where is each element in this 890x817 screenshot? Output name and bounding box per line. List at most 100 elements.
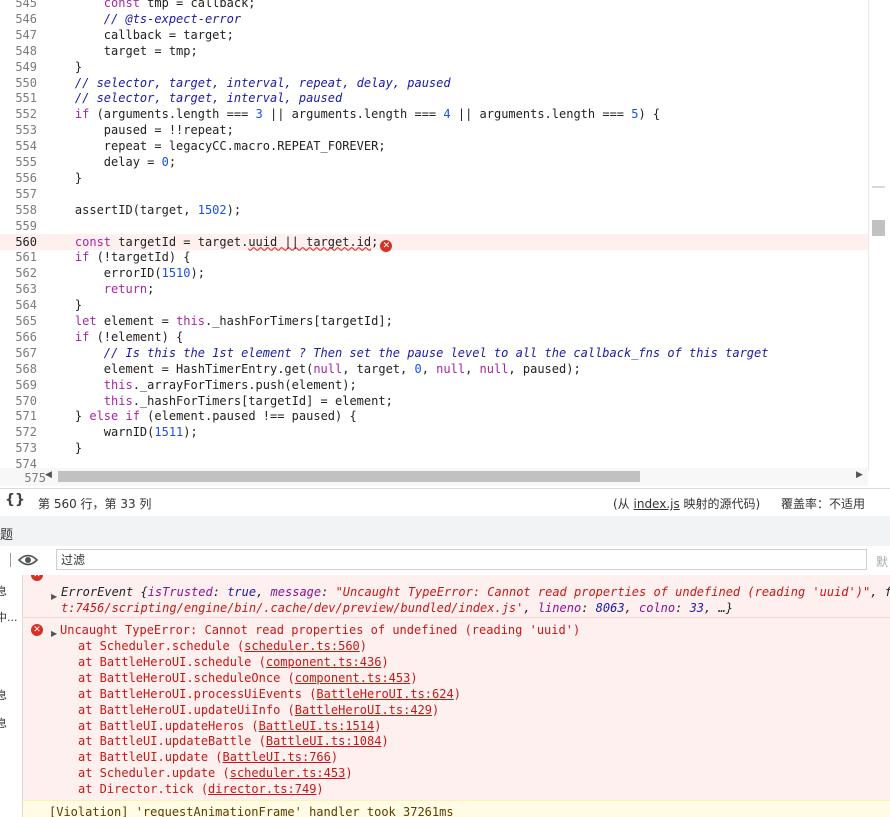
expand-triangle-icon[interactable]: ▶ <box>51 589 57 605</box>
sidebar-item-messages[interactable]: 息 <box>0 583 7 599</box>
code-line[interactable]: 545 const tmp = callback; <box>0 0 868 11</box>
line-number[interactable]: 545 <box>0 0 37 11</box>
code-line[interactable]: 561 if (!targetId) { <box>0 249 868 265</box>
source-file-link[interactable]: index.js <box>634 497 680 511</box>
code-line[interactable]: 564 } <box>0 297 868 313</box>
scroll-right-icon[interactable]: ▶ <box>856 470 863 480</box>
code-line[interactable]: 549 } <box>0 59 868 75</box>
stack-frame-link[interactable]: BattleHeroUI.ts:624 <box>316 687 453 701</box>
sidebar-toggle-button[interactable] <box>0 553 11 567</box>
code-line[interactable]: 566 if (!element) { <box>0 329 868 345</box>
line-number[interactable]: 552 <box>0 106 37 122</box>
line-number[interactable]: 567 <box>0 345 37 361</box>
log-levels-dropdown[interactable]: 默 <box>876 553 888 570</box>
line-number[interactable]: 547 <box>0 27 37 43</box>
error-event-message[interactable]: ✕ ▶ ErrorEvent {isTrusted: true, message… <box>23 575 890 618</box>
stack-frame-link[interactable]: BattleHeroUI.ts:429 <box>295 703 432 717</box>
eye-icon[interactable] <box>18 552 38 568</box>
code-line[interactable]: 558 assertID(target, 1502); <box>0 202 868 218</box>
line-number[interactable]: 568 <box>0 361 37 377</box>
code-line[interactable]: 570 this._hashForTimers[targetId] = elem… <box>0 393 868 409</box>
line-number[interactable]: 557 <box>0 186 37 202</box>
stack-frame-link[interactable]: component.ts:453 <box>295 671 411 685</box>
filter-input[interactable]: 过滤 <box>56 549 867 570</box>
sidebar-item-info[interactable]: 息 <box>0 715 7 731</box>
code-line[interactable]: 554 repeat = legacyCC.macro.REPEAT_FOREV… <box>0 138 868 154</box>
code-line[interactable]: 562 errorID(1510); <box>0 265 868 281</box>
line-number[interactable]: 546 <box>0 11 37 27</box>
expand-triangle-icon[interactable]: ▶ <box>51 626 57 642</box>
code-line[interactable]: 557 <box>0 186 868 202</box>
editor-vertical-scrollbar[interactable] <box>868 0 890 470</box>
line-number[interactable]: 570 <box>0 393 37 409</box>
line-number[interactable]: 550 <box>0 75 37 91</box>
stack-frame-link[interactable]: scheduler.ts:560 <box>244 639 360 653</box>
line-number[interactable]: 548 <box>0 43 37 59</box>
editor-horizontal-scrollbar[interactable]: ◀ ▶ <box>0 468 868 486</box>
code-text: return; <box>103 282 155 297</box>
code-line[interactable]: 573 } <box>0 440 868 456</box>
line-number[interactable]: 564 <box>0 297 37 313</box>
code-line[interactable]: 551 // selector, target, interval, pause… <box>0 90 868 106</box>
line-number[interactable]: 558 <box>0 202 37 218</box>
stack-frame-close: ) <box>374 718 382 733</box>
scrollbar-thumb[interactable] <box>872 220 885 236</box>
line-number[interactable]: 556 <box>0 170 37 186</box>
code-line[interactable]: 569 this._arrayForTimers.push(element); <box>0 377 868 393</box>
line-number[interactable]: 563 <box>0 281 37 297</box>
uncaught-error-message[interactable]: ✕ ▶ Uncaught TypeError: Cannot read prop… <box>23 618 890 801</box>
code-line-error[interactable]: 560 const targetId = target.uuid || targ… <box>0 233 868 252</box>
stack-frame-function: at Scheduler.update ( <box>78 766 230 781</box>
line-number[interactable]: 562 <box>0 265 37 281</box>
stack-frame-link[interactable]: component.ts:436 <box>266 655 382 669</box>
stack-frame-link[interactable]: BattleUI.ts:1084 <box>266 734 382 748</box>
line-number[interactable]: 571 <box>0 408 37 424</box>
code-line[interactable]: 567 // Is this the 1st element ? Then se… <box>0 345 868 361</box>
code-line[interactable]: 559 <box>0 218 868 234</box>
line-number[interactable]: 565 <box>0 313 37 329</box>
scroll-left-icon[interactable]: ◀ <box>45 470 52 480</box>
code-line[interactable]: 565 let element = this._hashForTimers[ta… <box>0 313 868 329</box>
code-line[interactable]: 547 callback = target; <box>0 27 868 43</box>
pretty-print-icon[interactable]: {} <box>5 492 25 508</box>
line-number[interactable]: 555 <box>0 154 37 170</box>
stack-frame-function: at Scheduler.schedule ( <box>78 639 245 653</box>
code-line[interactable]: 546 // @ts-expect-error <box>0 11 868 27</box>
code-line[interactable]: 555 delay = 0; <box>0 154 868 170</box>
line-number[interactable]: 549 <box>0 59 37 75</box>
code-line[interactable]: 556 } <box>0 170 868 186</box>
line-number[interactable]: 559 <box>0 218 37 234</box>
line-number[interactable]: 560 <box>0 234 37 250</box>
stack-frame-link[interactable]: BattleUI.ts:1514 <box>259 719 375 733</box>
line-number[interactable]: 561 <box>0 249 37 265</box>
line-number[interactable]: 553 <box>0 122 37 138</box>
violation-message[interactable]: [Violation] 'requestAnimationFrame' hand… <box>23 800 890 817</box>
stack-frame-close: ) <box>316 782 324 797</box>
code-line[interactable]: 568 element = HashTimerEntry.get(null, t… <box>0 361 868 377</box>
sidebar-item-user-messages[interactable]: 中... <box>0 609 18 625</box>
code-line[interactable]: 552 if (arguments.length === 3 || argume… <box>0 106 868 122</box>
line-number[interactable]: 569 <box>0 377 37 393</box>
line-number[interactable]: 573 <box>0 440 37 456</box>
stack-frame: at Director.tick (director.ts:749) <box>78 781 324 797</box>
horizontal-scrollbar-thumb[interactable] <box>58 471 640 482</box>
stack-frame-link[interactable]: scheduler.ts:453 <box>230 766 346 780</box>
code-line[interactable]: 572 warnID(1511); <box>0 424 868 440</box>
line-number[interactable]: 554 <box>0 138 37 154</box>
code-line[interactable]: 548 target = tmp; <box>0 43 868 59</box>
code-editor[interactable]: 545 const tmp = callback; 546 // @ts-expe… <box>0 0 890 470</box>
line-number[interactable]: 572 <box>0 424 37 440</box>
line-number[interactable]: 566 <box>0 329 37 345</box>
code-text: } <box>46 298 83 313</box>
code-line[interactable]: 550 // selector, target, interval, repea… <box>0 75 868 91</box>
code-line[interactable]: 553 paused = !!repeat; <box>0 122 868 138</box>
stack-frame: at BattleUI.update (BattleUI.ts:766) <box>78 749 338 765</box>
code-line[interactable]: 571 } else if (element.paused !== paused… <box>0 408 868 424</box>
drawer-header: 题 <box>0 516 890 546</box>
line-number[interactable]: 551 <box>0 90 37 106</box>
code-text: warnID(1511); <box>46 425 198 440</box>
stack-frame-link[interactable]: BattleUI.ts:766 <box>223 750 331 764</box>
code-line[interactable]: 563 return; <box>0 281 868 297</box>
sidebar-item-warnings[interactable]: 息 <box>0 687 7 703</box>
stack-frame-link[interactable]: director.ts:749 <box>208 782 316 796</box>
